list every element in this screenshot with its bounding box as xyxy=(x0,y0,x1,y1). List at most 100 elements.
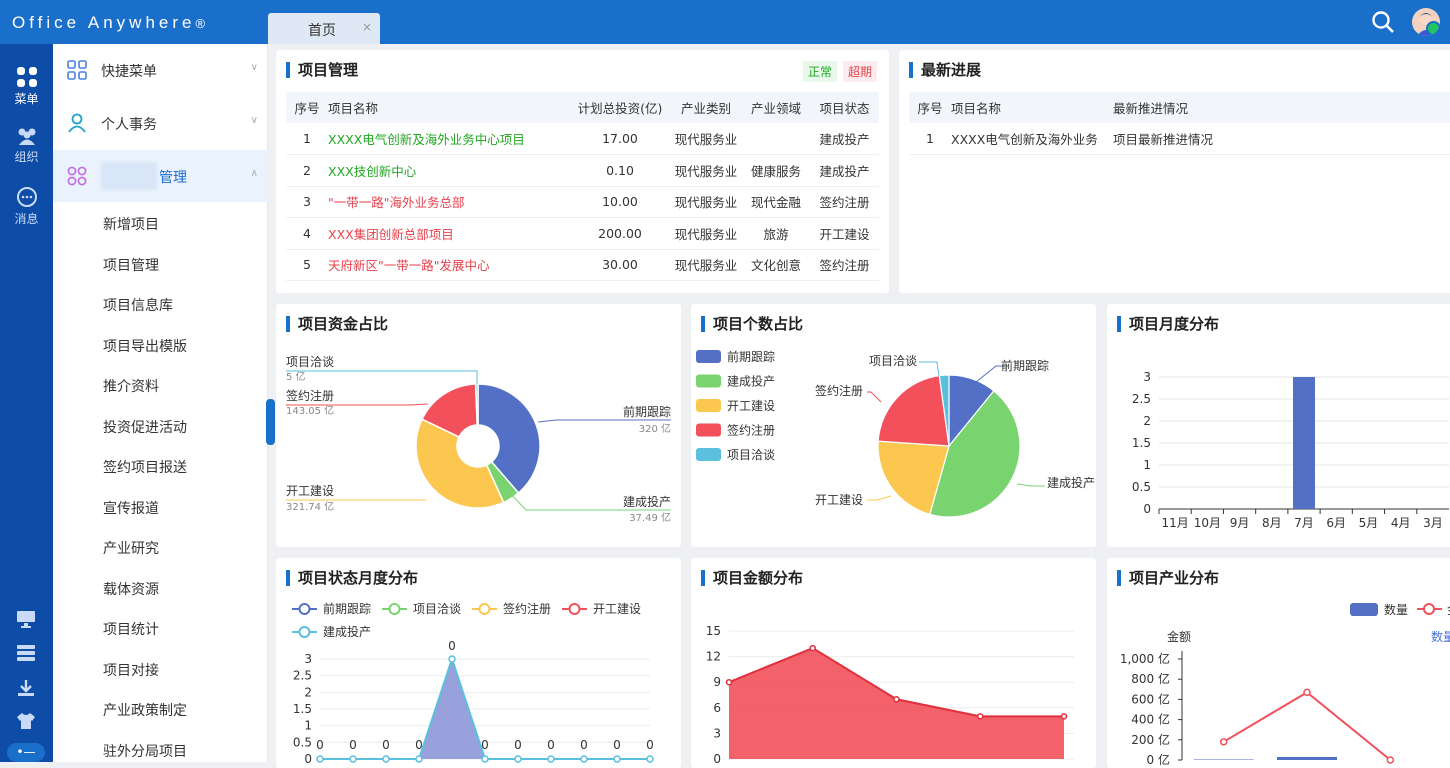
tab-close-icon[interactable]: × xyxy=(362,20,372,34)
table-cell: 建成投产 xyxy=(810,154,879,187)
sidebar-subitem[interactable]: 投资促进活动 xyxy=(103,417,187,437)
sidebar-subitem[interactable]: 载体资源 xyxy=(103,579,159,599)
slice-value-label: 37.49 亿 xyxy=(629,511,671,524)
project-table: 序号 项目名称 计划总投资(亿) 产业类别 产业领域 项目状态 1 XXXX电气创新及海外业… xyxy=(286,92,879,281)
legend-label: 项目洽谈 xyxy=(413,602,461,616)
legend-marker xyxy=(298,603,311,615)
sidebar-subitem[interactable]: 项目统计 xyxy=(103,619,159,639)
avatar[interactable] xyxy=(1412,8,1440,36)
search-icon[interactable] xyxy=(1371,10,1395,34)
sidebar-subitem[interactable]: 签约项目报送 xyxy=(103,457,187,477)
data-point xyxy=(613,755,621,763)
data-point xyxy=(382,755,390,763)
table-row[interactable]: 5 天府新区"一带一路"发展中心 30.00 现代服务业 文化创意 签约注册 xyxy=(286,249,879,281)
data-point xyxy=(1219,738,1228,746)
rail-msg[interactable]: 消息 xyxy=(0,186,53,227)
sidebar: 快捷菜单 ∨ 个人事务 ∨ 管理 ∧ 新增项目项目管理项目信息库项目导出模版 推介… xyxy=(53,44,268,762)
grid-icon xyxy=(16,67,37,87)
slice-value-label: 320 亿 xyxy=(639,422,671,435)
slice-value-label: 321.74 亿 xyxy=(286,500,334,513)
y-tick-label: 0 xyxy=(1143,502,1151,516)
tab-home-label: 首页 xyxy=(308,23,336,39)
card-title: 最新进展 xyxy=(909,62,981,78)
sidebar-subitem[interactable]: 项目信息库 xyxy=(103,295,173,315)
y-tick-label: 0 xyxy=(713,752,721,766)
table-cell: 3 xyxy=(286,186,328,218)
table-header: 产业领域 xyxy=(742,92,810,123)
tab-home[interactable]: 首页 × xyxy=(268,13,380,44)
sidebar-subitem[interactable]: 产业研究 xyxy=(103,538,159,558)
data-point xyxy=(893,696,900,703)
leader-line xyxy=(867,391,882,403)
y-tick-label: 1 xyxy=(1143,458,1151,472)
rail-org[interactable]: 组织 xyxy=(0,126,53,165)
sidebar-subitem[interactable]: 推介资料 xyxy=(103,376,159,396)
sidebar-item-quick[interactable]: 快捷菜单 ∨ xyxy=(53,44,268,96)
slice-label: 开工建设 xyxy=(286,484,334,498)
data-label: 0 xyxy=(514,738,522,752)
server-icon[interactable] xyxy=(17,645,35,661)
status-badge-normal[interactable]: 正常 xyxy=(803,61,838,82)
slice-label: 建成投产 xyxy=(1047,475,1095,490)
y-tick-label: 3 xyxy=(713,726,721,740)
monitor-icon[interactable] xyxy=(16,610,36,628)
legend-marker xyxy=(478,603,491,615)
sidebar-subitem[interactable]: 驻外分局项目 xyxy=(103,741,187,761)
data-point xyxy=(809,644,816,652)
legend-swatch xyxy=(696,448,721,461)
data-point xyxy=(1386,756,1395,764)
x-tick-label: 7月 xyxy=(1294,516,1314,530)
sidebar-subitem[interactable]: 产业政策制定 xyxy=(103,700,187,720)
sidebar-item-personal[interactable]: 个人事务 ∨ xyxy=(53,97,268,149)
collapse-toggle[interactable]: •— xyxy=(7,743,45,762)
status-badge-overdue[interactable]: 超期 xyxy=(843,61,878,82)
data-label: 0 xyxy=(613,738,621,752)
y-tick-label: 15 xyxy=(706,624,721,638)
table-row[interactable]: 3 "一带一路"海外业务总部 10.00 现代服务业 现代金融 签约注册 xyxy=(286,186,879,218)
axis-title: 金额 xyxy=(1167,629,1191,644)
table-row[interactable]: 4 XXX集团创新总部项目 200.00 现代服务业 旅游 开工建设 xyxy=(286,217,879,250)
x-tick-label: 4月 xyxy=(1391,516,1411,530)
sidebar-subitem[interactable]: 宣传报道 xyxy=(103,498,159,518)
table-cell: 2 xyxy=(286,154,328,187)
y-tick-label: 2.5 xyxy=(293,669,312,683)
slice-label: 前期跟踪 xyxy=(1001,358,1049,373)
table-cell: 开工建设 xyxy=(810,217,879,250)
sidebar-subitem[interactable]: 项目导出模版 xyxy=(103,336,187,356)
slice-label: 开工建设 xyxy=(815,493,863,507)
download-icon[interactable] xyxy=(17,679,35,697)
sidebar-subitem[interactable]: 项目管理 xyxy=(103,255,159,275)
y-tick-label: 0.5 xyxy=(293,735,312,749)
table-header: 项目名称 xyxy=(328,92,570,123)
x-tick-label: 6月 xyxy=(1326,516,1346,530)
legend-label: 建成投产 xyxy=(323,624,371,639)
y-tick-label: 3 xyxy=(304,652,312,666)
sidebar-item-manage[interactable]: 管理 ∧ xyxy=(53,150,268,202)
legend-swatch xyxy=(696,399,721,412)
y-tick-label: 0 xyxy=(304,752,312,766)
bar xyxy=(1277,756,1337,760)
sidebar-subitem[interactable]: 项目对接 xyxy=(103,660,159,680)
slice-label: 项目洽谈 xyxy=(286,355,334,369)
card-progress: 最新进展 序号 项目名称 最新推进情况 1 XXXX电气创新及海外业务 项目最新推进情况 xyxy=(899,50,1450,293)
sidebar-subitem[interactable]: 新增项目 xyxy=(103,214,159,234)
amount-area-chart: 0 3 6 9 12 15 xyxy=(706,624,1074,766)
data-point xyxy=(415,755,423,763)
progress-table: 序号 项目名称 最新推进情况 1 XXXX电气创新及海外业务 项目最新推进情况 xyxy=(909,92,1450,155)
table-row[interactable]: 1 XXXX电气创新及海外业务 项目最新推进情况 xyxy=(909,123,1450,155)
table-row[interactable]: 2 XXX技创新中心 0.10 现代服务业 健康服务 建成投产 xyxy=(286,154,879,187)
table-cell: 现代服务业 xyxy=(670,123,742,155)
app-logo: Office Anywhere® xyxy=(12,13,208,32)
x-tick-label: 10月 xyxy=(1194,516,1221,530)
count-pie-chart: 前期跟踪建成投产开工建设签约注册项目洽谈前期跟踪建成投产开工建设签约注册项目洽谈 xyxy=(696,349,1095,518)
chevron-down-icon: ∨ xyxy=(250,115,258,126)
shirt-icon[interactable] xyxy=(16,712,36,730)
data-label: 0 xyxy=(547,738,555,752)
sidebar-drag-handle[interactable] xyxy=(266,399,275,445)
legend-label: 项目洽谈 xyxy=(727,448,775,462)
table-header: 序号 xyxy=(909,92,951,123)
table-row[interactable]: 1 XXXX电气创新及海外业务中心项目 17.00 现代服务业 建成投产 xyxy=(286,123,879,155)
rail-menu[interactable]: 菜单 xyxy=(0,66,53,107)
y-tick-label: 2 xyxy=(1143,414,1151,428)
card-count-ratio: 项目个数占比 前期跟踪 建成投产 开工建设 签约注册 项目洽谈 前期跟踪 建成投产 开工建设签… xyxy=(691,304,1096,547)
